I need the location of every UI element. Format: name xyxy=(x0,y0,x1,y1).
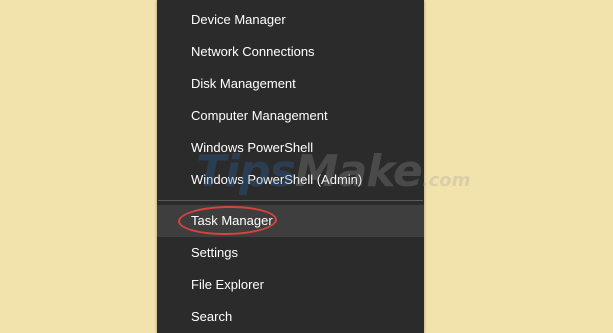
menu-item-settings[interactable]: Settings xyxy=(157,237,424,269)
menu-item-windows-powershell[interactable]: Windows PowerShell xyxy=(157,132,424,164)
menu-item-label: Network Connections xyxy=(191,44,315,59)
menu-item-disk-management[interactable]: Disk Management xyxy=(157,68,424,100)
menu-divider xyxy=(158,200,423,201)
menu-item-label: File Explorer xyxy=(191,277,264,292)
menu-item-label: Search xyxy=(191,309,233,324)
menu-item-label: Disk Management xyxy=(191,76,296,91)
menu-item-label: Settings xyxy=(191,245,238,260)
menu-item-label: Task Manager xyxy=(191,213,273,228)
menu-item-label: Windows PowerShell (Admin) xyxy=(191,172,363,187)
power-user-menu: Device Manager Network Connections Disk … xyxy=(157,0,424,333)
menu-item-file-explorer[interactable]: File Explorer xyxy=(157,269,424,301)
menu-item-device-manager[interactable]: Device Manager xyxy=(157,4,424,36)
menu-item-network-connections[interactable]: Network Connections xyxy=(157,36,424,68)
menu-item-search[interactable]: Search xyxy=(157,301,424,333)
menu-item-computer-management[interactable]: Computer Management xyxy=(157,100,424,132)
menu-item-label: Device Manager xyxy=(191,12,286,27)
watermark-domain-text: .com xyxy=(421,170,471,191)
menu-item-label: Windows PowerShell xyxy=(191,140,314,155)
menu-item-windows-powershell-admin[interactable]: Windows PowerShell (Admin) xyxy=(157,164,424,196)
menu-item-task-manager[interactable]: Task Manager xyxy=(157,205,424,237)
menu-item-label: Computer Management xyxy=(191,108,328,123)
